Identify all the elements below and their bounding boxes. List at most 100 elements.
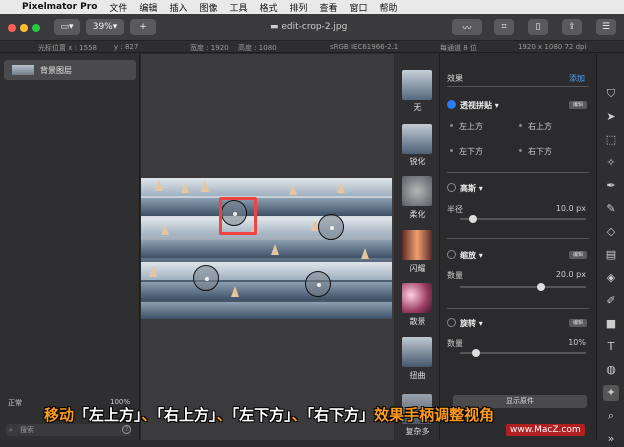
zoom-edit-button[interactable]: 编辑 — [569, 251, 587, 259]
bottom-left-handle[interactable] — [193, 265, 219, 291]
zoom-select[interactable]: 39% ▾ — [86, 19, 124, 35]
erase-tool-icon[interactable]: ◇ — [603, 224, 619, 240]
fill-tool-icon[interactable]: ◈ — [603, 270, 619, 286]
sailboat — [361, 248, 369, 259]
effect-thumb-distort[interactable] — [402, 337, 432, 367]
menu-view[interactable]: 查看 — [320, 1, 338, 14]
expand-icon[interactable]: » — [603, 431, 619, 447]
zoom-amount-value[interactable]: 20.0 px — [526, 270, 586, 279]
twirl-edit-button[interactable]: 编辑 — [569, 319, 587, 327]
layer-item[interactable]: 背景图层 — [4, 60, 136, 80]
effect-thumb-soften[interactable] — [402, 176, 432, 206]
radius-slider[interactable] — [460, 215, 586, 223]
twirl-amount-label: 数量 — [447, 339, 463, 348]
zoom-checkbox[interactable] — [447, 250, 456, 259]
effect-label: 柔化 — [409, 210, 426, 219]
effect-thumb-bokeh[interactable] — [402, 283, 432, 313]
gaussian-title[interactable]: 高斯 ▾ — [460, 183, 483, 194]
effects-tool-icon[interactable]: ✦ — [603, 385, 619, 401]
menu-image[interactable]: 图像 — [199, 1, 217, 14]
sailboat — [231, 286, 239, 297]
menu-bar: Pixelmator Pro 文件 编辑 插入 图像 工具 格式 排列 查看 窗… — [0, 0, 624, 14]
menu-arrange[interactable]: 排列 — [290, 1, 308, 14]
twirl-amount-value[interactable]: 10% — [526, 338, 586, 347]
add-button[interactable]: + — [130, 19, 156, 35]
sidebar-toggle-button[interactable]: ▭▾ — [54, 19, 80, 35]
caption-bottom-left: 「左下方」 — [231, 406, 292, 424]
divider — [447, 86, 589, 87]
radius-label: 半径 — [447, 205, 463, 214]
channel-depth: 每通道 8 位 — [440, 44, 477, 52]
add-effect-button[interactable]: 添加 — [569, 73, 585, 84]
vector-pen-icon[interactable]: ✐ — [603, 293, 619, 309]
top-right-handle[interactable] — [318, 214, 344, 240]
zoom-tool-icon[interactable]: ⌕ — [603, 408, 619, 424]
caption-top-left: 「左上方」 — [74, 406, 142, 424]
tile-strip — [141, 262, 392, 280]
quick-select-icon[interactable]: ✧ — [603, 155, 619, 171]
menu-format[interactable]: 格式 — [259, 1, 277, 14]
menu-file[interactable]: 文件 — [109, 1, 127, 14]
radius-value[interactable]: 10.0 px — [526, 204, 586, 213]
minimize-window-button[interactable] — [20, 24, 28, 32]
bottom-right-label: 右下方 — [528, 147, 552, 156]
document-button[interactable]: ▯ — [528, 19, 548, 35]
zoom-window-button[interactable] — [32, 24, 40, 32]
crop-button[interactable]: ⌗ — [494, 19, 514, 35]
bottom-left-label: 左下方 — [459, 147, 483, 156]
pen-tool-icon[interactable]: ✒ — [603, 178, 619, 194]
layer-thumbnail — [12, 65, 34, 75]
zoom-slider-knob[interactable] — [536, 283, 545, 291]
divider — [447, 308, 589, 309]
menu-tools[interactable]: 工具 — [229, 1, 247, 14]
brush-icon: 〰 — [462, 23, 472, 34]
sailboat — [289, 184, 297, 195]
effect-label: 扭曲 — [409, 371, 426, 380]
twirl-checkbox[interactable] — [447, 318, 456, 327]
style-tool-icon[interactable]: ⛉ — [603, 86, 619, 102]
effect-thumb-sharpen[interactable] — [402, 124, 432, 154]
layers-search-input[interactable]: ⌕ 搜索 — [6, 424, 131, 436]
perspective-checkbox[interactable] — [447, 100, 456, 109]
caption-top-right: 「右上方」 — [156, 406, 217, 424]
menu-window[interactable]: 窗口 — [350, 1, 368, 14]
menu-edit[interactable]: 编辑 — [139, 1, 157, 14]
gaussian-checkbox[interactable] — [447, 183, 456, 192]
chevron-down-icon: ▾ — [112, 22, 118, 32]
selection-tool-icon[interactable]: ⬚ — [603, 132, 619, 148]
close-window-button[interactable] — [8, 24, 16, 32]
effect-thumb-none[interactable] — [402, 70, 432, 100]
retouch-button[interactable]: 〰 — [452, 19, 482, 35]
twirl-slider-knob[interactable] — [471, 349, 480, 357]
cursor-x: 光标位置 x : 1558 — [38, 44, 97, 52]
gradient-tool-icon[interactable]: ▤ — [603, 247, 619, 263]
image-canvas[interactable] — [141, 178, 392, 319]
twirl-amount-slider[interactable] — [460, 349, 586, 357]
zoom-title[interactable]: 缩放 ▾ — [460, 250, 483, 261]
color-adjust-icon[interactable]: ◍ — [603, 362, 619, 378]
perspective-edit-button[interactable]: 编辑 — [569, 101, 587, 109]
paint-tool-icon[interactable]: ✎ — [603, 201, 619, 217]
effect-label: 闪耀 — [409, 264, 426, 273]
shape-tool-icon[interactable]: ■ — [603, 316, 619, 332]
sidebar-icon: ▭▾ — [60, 22, 74, 32]
adjust-button[interactable]: ☰ — [596, 19, 616, 35]
perspective-title[interactable]: 透视拼贴 ▾ — [460, 100, 499, 111]
arrange-tool-icon[interactable]: ➤ — [603, 109, 619, 125]
help-icon[interactable]: ? — [122, 425, 131, 434]
menu-help[interactable]: 帮助 — [380, 1, 398, 14]
effect-thumb-glow[interactable] — [402, 230, 432, 260]
twirl-title[interactable]: 旋转 ▾ — [460, 318, 483, 329]
page-icon: ▯ — [535, 22, 541, 32]
bottom-right-handle[interactable] — [305, 271, 331, 297]
blend-mode[interactable]: 正常 — [8, 398, 22, 408]
cursor-y: y : 827 — [114, 43, 139, 51]
type-tool-icon[interactable]: T — [603, 339, 619, 355]
effect-label: 锐化 — [409, 157, 426, 166]
sailboat — [155, 180, 163, 191]
app-menu[interactable]: Pixelmator Pro — [22, 2, 97, 12]
share-button[interactable]: ⇪ — [562, 19, 582, 35]
radius-slider-knob[interactable] — [469, 215, 478, 223]
zoom-amount-slider[interactable] — [460, 283, 586, 291]
menu-insert[interactable]: 插入 — [169, 1, 187, 14]
